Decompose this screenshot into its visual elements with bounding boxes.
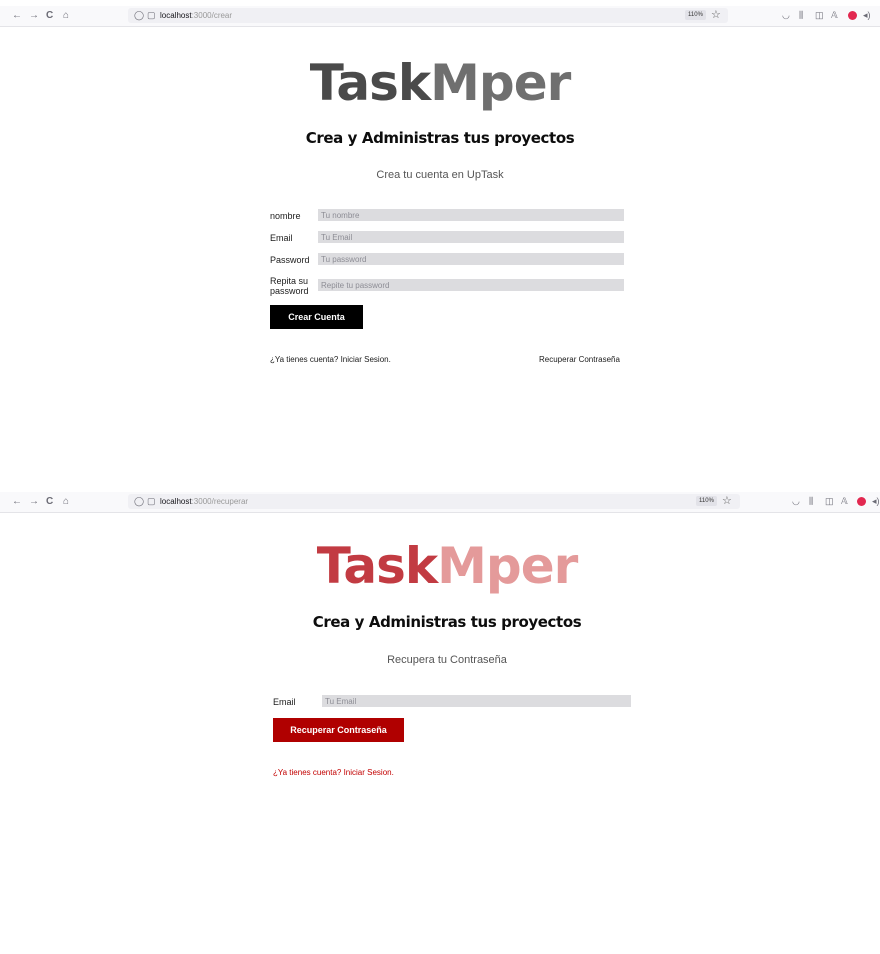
password-input[interactable] [318, 253, 624, 265]
sidebar-icon[interactable]: ◫ [815, 9, 824, 22]
home-icon[interactable]: ⌂ [63, 9, 69, 23]
url-host: localhost [160, 11, 192, 20]
repeat-password-input[interactable] [318, 279, 624, 291]
addon-icon[interactable]: ● [848, 11, 857, 20]
url-bar[interactable]: ◯ ▢ localhost:3000/crear 110% ☆ [128, 8, 728, 23]
sidebar-icon[interactable]: ◫ [825, 495, 834, 508]
extension-icon[interactable]: 𝔸 [841, 495, 848, 508]
zoom-indicator[interactable]: 110% [696, 496, 717, 506]
forward-icon[interactable]: → [29, 495, 39, 509]
pocket-icon[interactable]: ◡ [792, 495, 800, 508]
url-path: :3000/recuperar [191, 497, 249, 506]
forward-icon[interactable]: → [29, 9, 39, 23]
speaker-icon[interactable]: ◂) [872, 495, 880, 508]
url-host: localhost [160, 497, 192, 506]
addon-icon[interactable]: ● [857, 497, 866, 506]
tracking-shield-icon[interactable]: ◯ [134, 9, 144, 22]
pocket-icon[interactable]: ◡ [782, 9, 790, 22]
email-input[interactable] [318, 231, 624, 243]
nombre-input[interactable] [318, 209, 624, 221]
login-link[interactable]: ¿Ya tienes cuenta? Iniciar Sesion. [270, 355, 391, 365]
page-info-icon[interactable]: ▢ [147, 495, 156, 508]
library-icon[interactable]: ⫼ [799, 9, 803, 22]
home-icon[interactable]: ⌂ [63, 495, 69, 509]
login-link[interactable]: ¿Ya tienes cuenta? Iniciar Sesion. [273, 768, 394, 778]
field-label-password: Password [270, 255, 310, 265]
page-subtitle: Crea y Administras tus proyectos [305, 129, 575, 147]
logo-part-mper: Mper [430, 54, 571, 112]
library-icon[interactable]: ⫼ [809, 495, 813, 508]
create-account-window: ← → C ⌂ ◯ ▢ localhost:3000/crear 110% ☆ … [0, 0, 880, 486]
speaker-icon[interactable]: ◂) [863, 9, 871, 22]
app-logo: TaskMper [0, 54, 880, 112]
back-icon[interactable]: ← [12, 495, 22, 509]
field-label-email: Email [270, 233, 293, 243]
recover-password-link[interactable]: Recuperar Contraseña [539, 355, 620, 365]
browser-toolbar: ← → C ⌂ ◯ ▢ localhost:3000/crear 110% ☆ … [0, 6, 880, 27]
page-subtitle: Crea y Administras tus proyectos [312, 613, 582, 631]
reload-icon[interactable]: C [46, 495, 53, 509]
page-info-icon[interactable]: ▢ [147, 9, 156, 22]
bookmark-star-icon[interactable]: ☆ [711, 8, 721, 22]
field-label-nombre: nombre [270, 211, 301, 221]
email-input[interactable] [322, 695, 631, 707]
logo-part-task: Task [309, 54, 431, 112]
zoom-indicator[interactable]: 110% [685, 10, 706, 20]
browser-toolbar: ← → C ⌂ ◯ ▢ localhost:3000/recuperar 110… [0, 492, 880, 513]
field-label-repeat-password: Repita su password [270, 276, 309, 296]
app-logo: TaskMper [7, 537, 880, 595]
url-text[interactable]: localhost:3000/recuperar [160, 496, 248, 507]
create-account-button[interactable]: Crear Cuenta [270, 305, 363, 329]
bookmark-star-icon[interactable]: ☆ [722, 494, 732, 508]
logo-part-task: Task [316, 537, 438, 595]
reload-icon[interactable]: C [46, 9, 53, 23]
tracking-shield-icon[interactable]: ◯ [134, 495, 144, 508]
form-description: Crea tu cuenta en UpTask [376, 169, 504, 181]
recover-password-button[interactable]: Recuperar Contraseña [273, 718, 404, 742]
extension-icon[interactable]: 𝔸 [831, 9, 838, 22]
form-description: Recupera tu Contraseña [387, 654, 507, 666]
url-bar[interactable]: ◯ ▢ localhost:3000/recuperar 110% ☆ [128, 494, 740, 509]
url-path: :3000/crear [191, 11, 233, 20]
url-text[interactable]: localhost:3000/crear [160, 10, 232, 21]
recover-password-window: ← → C ⌂ ◯ ▢ localhost:3000/recuperar 110… [0, 486, 880, 954]
field-label-email: Email [273, 697, 296, 707]
logo-part-mper: Mper [437, 537, 578, 595]
back-icon[interactable]: ← [12, 9, 22, 23]
